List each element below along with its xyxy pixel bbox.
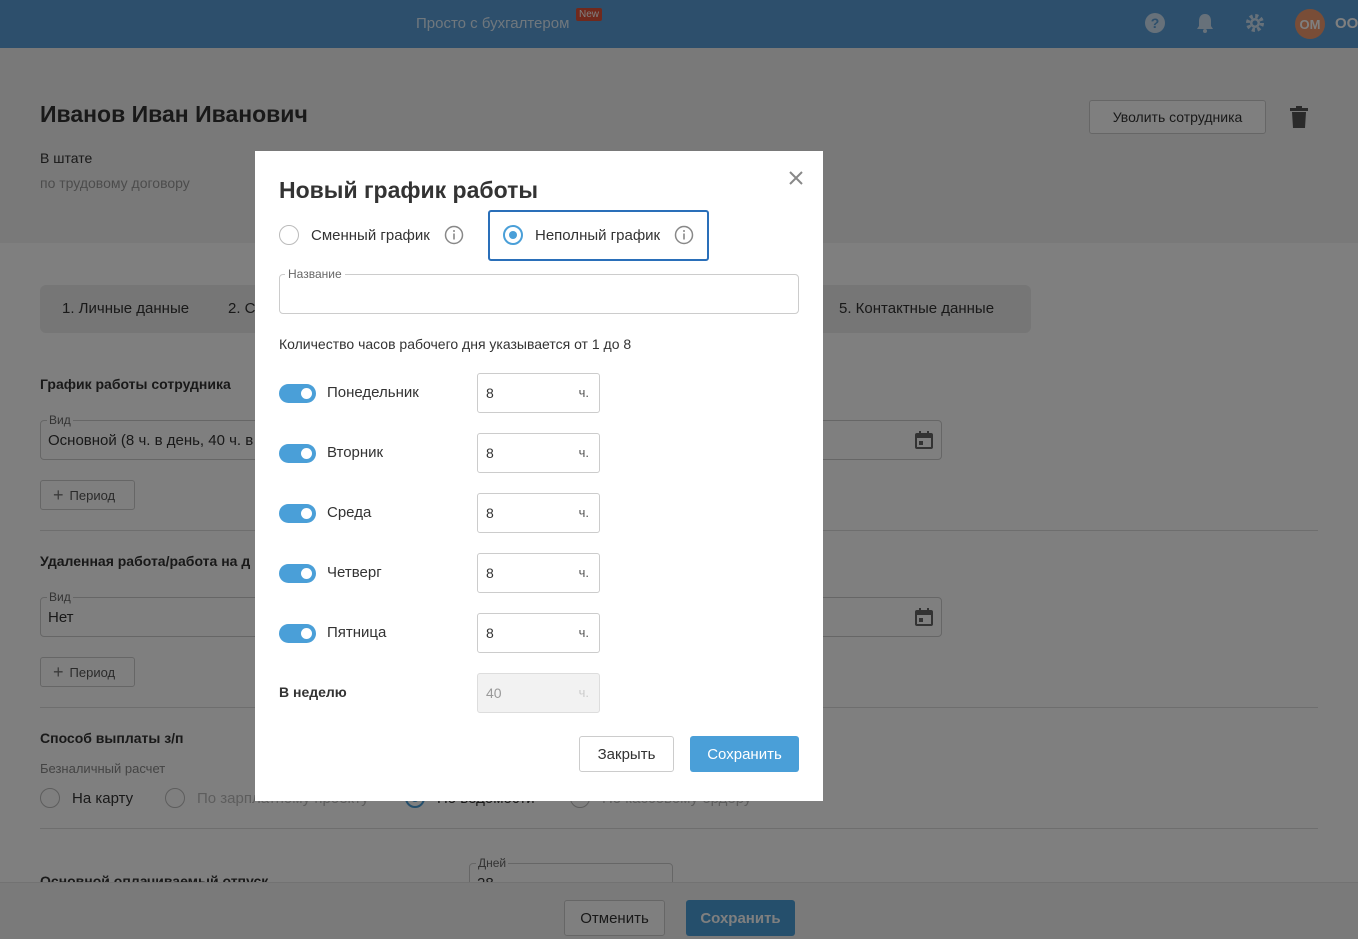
input-legend: Название [285,267,345,281]
day-label: Понедельник [327,384,419,401]
hours-value: 40 [486,685,502,701]
hours-unit: ч. [578,625,589,640]
hours-value: 8 [486,565,494,581]
day-label: Вторник [327,444,384,461]
week-label: В неделю [279,684,347,700]
day-row-monday: Понедельник 8 ч. [279,373,609,413]
hours-value: 8 [486,505,494,521]
day-row-wednesday: Среда 8 ч. [279,493,609,533]
hours-input[interactable]: 8 ч. [477,553,600,593]
hours-input[interactable]: 8 ч. [477,613,600,653]
radio-button[interactable] [279,225,299,245]
hours-input[interactable]: 8 ч. [477,433,600,473]
close-icon[interactable] [787,169,805,187]
dialog-save-button[interactable]: Сохранить [690,736,799,772]
schedule-name-input[interactable]: Название [279,267,799,314]
day-row-thursday: Четверг 8 ч. [279,553,609,593]
hours-input[interactable]: 8 ч. [477,373,600,413]
day-row-tuesday: Вторник 8 ч. [279,433,609,473]
day-toggle[interactable] [279,564,316,583]
day-label: Среда [327,504,372,521]
info-icon[interactable] [444,225,464,245]
hours-unit: ч. [578,385,589,400]
radio-label: Сменный график [311,226,430,244]
hours-unit: ч. [578,505,589,520]
hours-hint: Количество часов рабочего дня указываетс… [279,336,632,352]
hours-input[interactable]: 8 ч. [477,493,600,533]
shift-schedule-radio[interactable]: Сменный график [279,225,464,245]
radio-button[interactable] [503,225,523,245]
hours-value: 8 [486,625,494,641]
hours-value: 8 [486,385,494,401]
new-schedule-dialog: Новый график работы Сменный график Непол… [255,151,823,801]
dialog-title: Новый график работы [279,177,538,203]
radio-label: Неполный график [535,226,661,244]
week-total-row: В неделю 40 ч. [279,673,609,713]
day-toggle[interactable] [279,384,316,403]
week-hours-readonly: 40 ч. [477,673,600,713]
day-row-friday: Пятница 8 ч. [279,613,609,653]
part-time-schedule-radio[interactable]: Неполный график [503,225,694,245]
hours-value: 8 [486,445,494,461]
day-toggle[interactable] [279,444,316,463]
dialog-close-button[interactable]: Закрыть [579,736,674,772]
info-icon[interactable] [674,225,694,245]
day-label: Пятница [327,624,387,641]
hours-unit: ч. [578,445,589,460]
day-label: Четверг [327,564,382,581]
day-toggle[interactable] [279,624,316,643]
hours-unit: ч. [578,565,589,580]
hours-unit: ч. [578,685,589,700]
day-toggle[interactable] [279,504,316,523]
